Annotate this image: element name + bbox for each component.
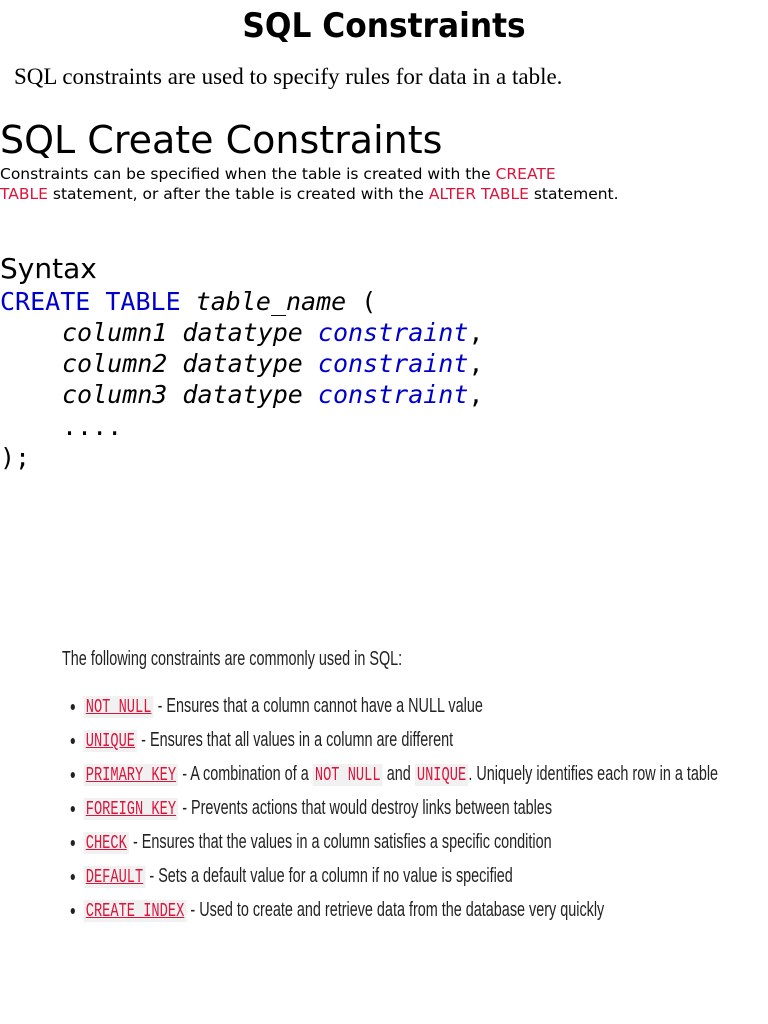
constraints-list-image: The following constraints are commonly u… [62, 648, 718, 927]
list-intro: The following constraints are commonly u… [62, 648, 403, 670]
constraint: constraint [317, 380, 469, 409]
col-def: column2 datatype [62, 349, 303, 378]
list-item: CHECK - Ensures that the values in a col… [83, 825, 718, 859]
desc: . Uniquely identifies each row in a tabl… [468, 763, 719, 785]
text: Constraints can be specified when the ta… [0, 165, 496, 183]
link-create-index[interactable]: CREATE INDEX [83, 900, 187, 922]
paren: ( [346, 287, 377, 316]
code-dots: .... [62, 412, 123, 441]
keyword: CREATE TABLE [0, 287, 181, 316]
link-check[interactable]: CHECK [83, 832, 129, 854]
syntax-heading: Syntax [0, 252, 97, 285]
desc: - Used to create and retrieve data from … [186, 899, 605, 921]
link-unique[interactable]: UNIQUE [83, 730, 138, 752]
code-line-1: CREATE TABLE table_name ( [0, 287, 376, 316]
link-default[interactable]: DEFAULT [83, 866, 146, 888]
keyword-alter-table: ALTER TABLE [428, 185, 529, 203]
col-def: column3 datatype [62, 380, 303, 409]
link-not-null[interactable]: NOT NULL [83, 696, 154, 718]
desc: - A combination of a [178, 763, 313, 785]
desc: - Ensures that all values in a column ar… [137, 729, 454, 751]
table-name: table_name [195, 287, 347, 316]
keyword-create: CREATE [495, 165, 556, 183]
desc: and [382, 763, 415, 785]
keyword-table: TABLE [0, 185, 48, 203]
code-line-3: column2 datatype constraint, [62, 349, 484, 378]
list-item: DEFAULT - Sets a default value for a col… [83, 859, 718, 893]
text: statement, or after the table is created… [47, 185, 429, 203]
list-item: UNIQUE - Ensures that all values in a co… [83, 723, 718, 757]
section-heading: SQL Create Constraints [0, 118, 443, 162]
text: statement. [528, 185, 619, 203]
create-paragraph-line2: TABLE statement, or after the table is c… [0, 185, 619, 203]
list-item: NOT NULL - Ensures that a column cannot … [83, 689, 718, 723]
desc: - Ensures that the values in a column sa… [128, 831, 552, 853]
code-close: ); [0, 443, 31, 472]
desc: - Ensures that a column cannot have a NU… [153, 695, 483, 717]
col-def: column1 datatype [62, 318, 303, 347]
constraint: constraint [317, 318, 469, 347]
intro-text: SQL constraints are used to specify rule… [14, 64, 563, 89]
desc: - Sets a default value for a column if n… [145, 865, 513, 887]
desc: - Prevents actions that would destroy li… [178, 797, 553, 819]
code-line-2: column1 datatype constraint, [62, 318, 484, 347]
list-item: PRIMARY KEY - A combination of a NOT NUL… [83, 757, 719, 791]
link-primary-key[interactable]: PRIMARY KEY [83, 764, 179, 786]
list-item: CREATE INDEX - Used to create and retrie… [83, 893, 718, 927]
constraint: constraint [317, 349, 469, 378]
code-line-4: column3 datatype constraint, [62, 380, 484, 409]
list-item: FOREIGN KEY - Prevents actions that woul… [83, 791, 718, 825]
page-title: SQL Constraints [242, 6, 526, 46]
create-paragraph-line1: Constraints can be specified when the ta… [0, 165, 556, 183]
link-foreign-key[interactable]: FOREIGN KEY [83, 798, 179, 820]
code-unique: UNIQUE [414, 764, 469, 786]
code-not-null: NOT NULL [312, 764, 383, 786]
